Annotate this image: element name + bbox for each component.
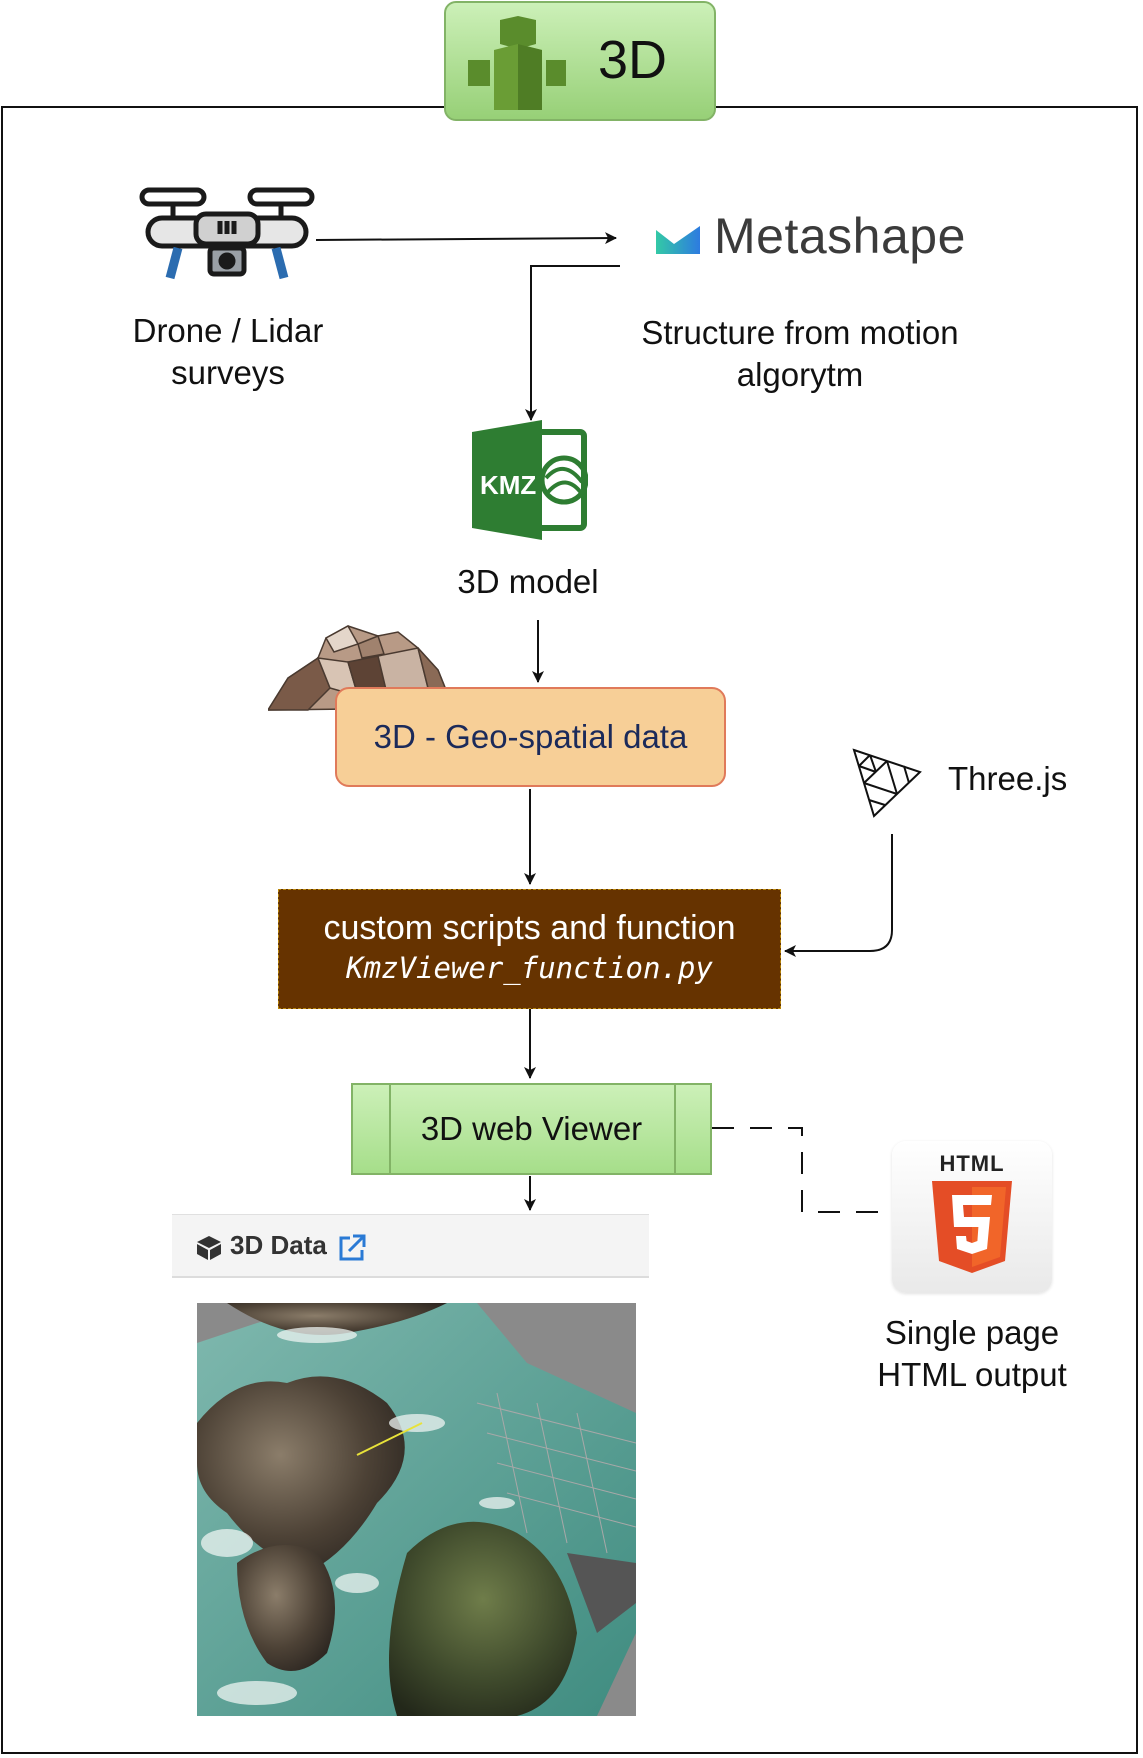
- arrow-metashape-to-kmz: [525, 265, 620, 421]
- arrow-drone-to-metashape: [315, 232, 617, 245]
- arrow-threejs-to-scripts: [784, 834, 893, 957]
- connector-layer: [315, 232, 893, 1213]
- dashed-link-viewer-html5: [712, 1127, 890, 1213]
